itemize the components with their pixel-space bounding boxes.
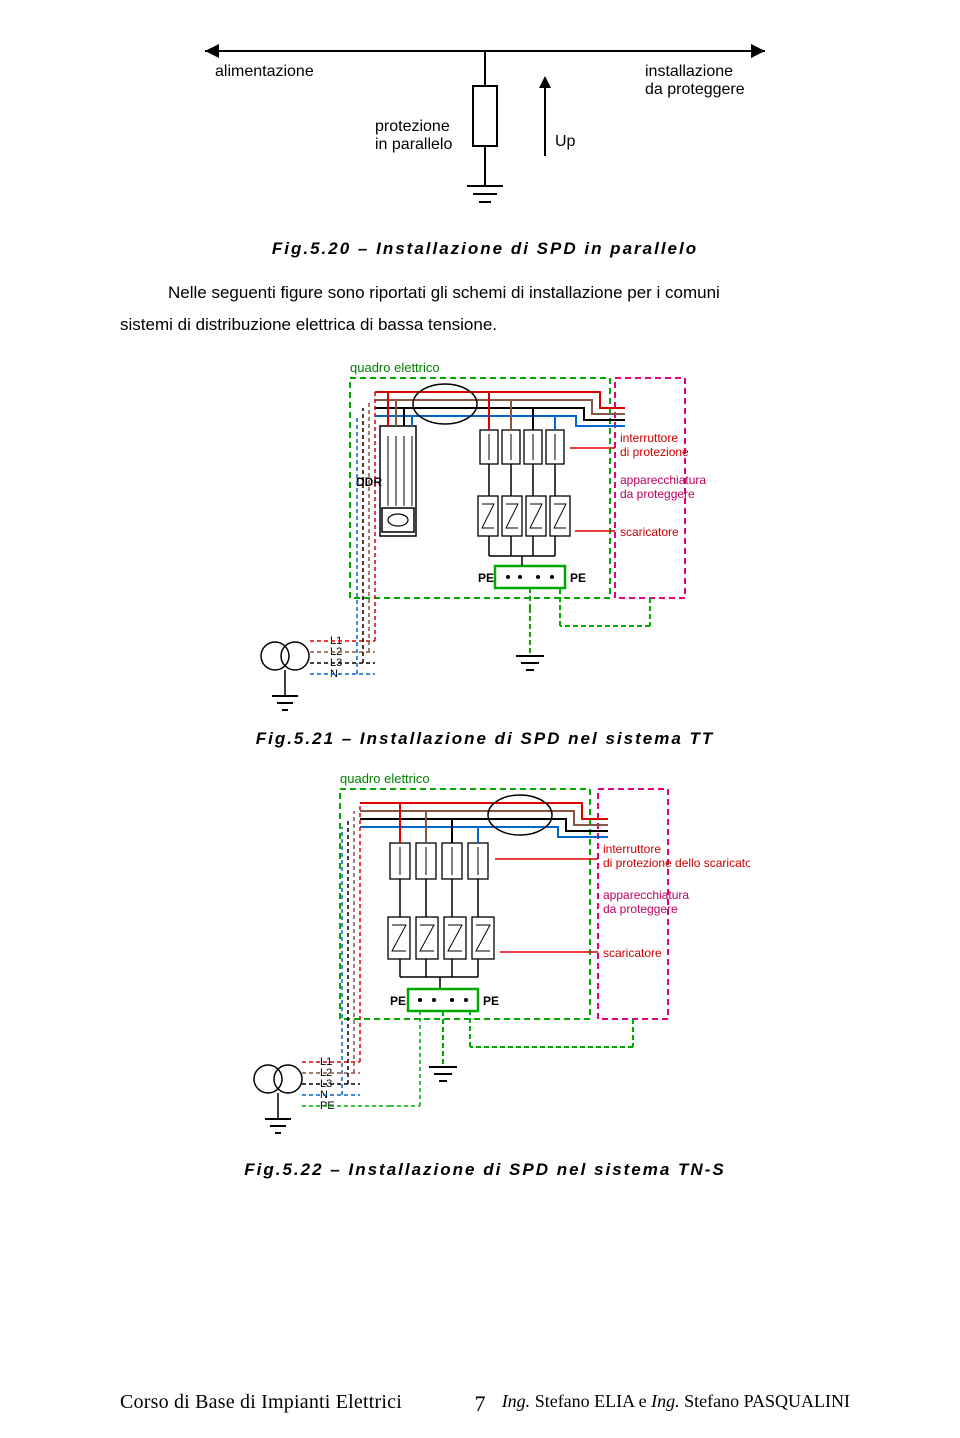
scaricatori-group-2 bbox=[388, 917, 494, 959]
interruttore-scaricatore-group bbox=[390, 843, 488, 879]
interruttore-group bbox=[480, 430, 564, 464]
label-pe-left: PE bbox=[478, 571, 494, 585]
page: alimentazione installazione da protegger… bbox=[0, 0, 960, 1438]
label-up: Up bbox=[555, 133, 576, 150]
label-installazione: installazione bbox=[645, 63, 733, 80]
label-da-proteggere: da proteggere bbox=[620, 487, 695, 501]
footer-name-2: Stefano PASQUALINI bbox=[680, 1391, 850, 1411]
label-pe-right: PE bbox=[570, 571, 586, 585]
paragraph-line-2: sistemi di distribuzione elettrica di ba… bbox=[120, 315, 497, 334]
label-protezione: protezione bbox=[375, 118, 450, 135]
label-da-proteggere-2: da proteggere bbox=[603, 902, 678, 916]
footer-page-number: 7 bbox=[475, 1391, 486, 1417]
spd-tns-schematic: quadro elettrico bbox=[220, 767, 750, 1147]
caption-fig-5-22: Fig.5.22 – Installazione di SPD nel sist… bbox=[120, 1160, 850, 1180]
fig-5-20-diagram: alimentazione installazione da protegger… bbox=[120, 26, 850, 231]
caption-fig-5-21: Fig.5.21 – Installazione di SPD nel sist… bbox=[120, 729, 850, 749]
footer-authors: Ing. Stefano ELIA e Ing. Stefano PASQUAL… bbox=[502, 1391, 850, 1412]
label-pe-right-2: PE bbox=[483, 994, 499, 1008]
label-di-protezione-scaricatore: di protezione dello scaricatore bbox=[603, 856, 750, 870]
spd-tt-schematic: quadro elettrico PE PE DDR bbox=[220, 356, 750, 716]
footer-name-1: Stefano ELIA e bbox=[530, 1391, 651, 1411]
label-pe-left-2: PE bbox=[390, 994, 406, 1008]
label-scaricatore-2: scaricatore bbox=[603, 946, 662, 960]
paragraph-line-1: Nelle seguenti figure sono riportati gli… bbox=[168, 283, 720, 302]
label-in-parallelo: in parallelo bbox=[375, 136, 452, 153]
scaricatori-group bbox=[478, 496, 570, 536]
label-apparecchiatura: apparecchiatura bbox=[620, 473, 706, 487]
fig-5-21-diagram: quadro elettrico PE PE DDR bbox=[120, 356, 850, 721]
label-scaricatore: scaricatore bbox=[620, 525, 679, 539]
label-quadro-elettrico: quadro elettrico bbox=[350, 360, 440, 375]
footer-ing-1: Ing. bbox=[502, 1391, 531, 1411]
spd-parallel-schematic: alimentazione installazione da protegger… bbox=[175, 26, 795, 226]
caption-fig-5-20: Fig.5.20 – Installazione di SPD in paral… bbox=[120, 239, 850, 259]
footer-ing-2: Ing. bbox=[651, 1391, 680, 1411]
fig-5-22-diagram: quadro elettrico bbox=[120, 767, 850, 1152]
body-paragraph: Nelle seguenti figure sono riportati gli… bbox=[120, 277, 850, 342]
label-di-protezione: di protezione bbox=[620, 445, 689, 459]
label-quadro-elettrico-2: quadro elettrico bbox=[340, 771, 430, 786]
footer-course: Corso di Base di Impianti Elettrici bbox=[120, 1391, 402, 1413]
label-interruttore: interruttore bbox=[620, 431, 678, 445]
label-interruttore-2: interruttore bbox=[603, 842, 661, 856]
label-da-proteggere: da proteggere bbox=[645, 81, 745, 98]
label-alimentazione: alimentazione bbox=[215, 63, 314, 80]
page-footer: Corso di Base di Impianti Elettrici 7 In… bbox=[0, 1391, 960, 1414]
label-apparecchiatura-2: apparecchiatura bbox=[603, 888, 689, 902]
